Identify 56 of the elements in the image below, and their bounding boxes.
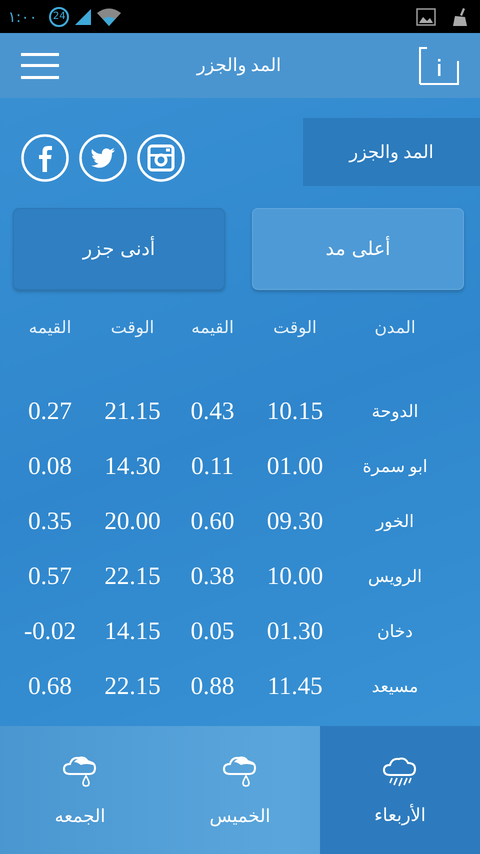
table-cell: الخور: [376, 512, 414, 532]
table-cell: 0.57: [28, 562, 72, 590]
table-cell: 01.00: [266, 452, 324, 480]
table-cell: 22.15: [104, 562, 161, 590]
section-label: المد والجزر: [303, 118, 480, 186]
table-cell: 14.30: [104, 452, 161, 480]
day-tab[interactable]: الجمعه: [0, 726, 160, 854]
facebook-icon[interactable]: [21, 134, 69, 182]
header-title: المد والجزر: [196, 55, 282, 76]
tide-button[interactable]: أعلى مد: [252, 208, 464, 290]
table-cell: 0.88: [190, 672, 234, 700]
table-cell: مسيعد: [372, 676, 418, 696]
table-cell: 10.15: [266, 398, 324, 426]
column-header: الوقت: [110, 318, 154, 338]
table-cell: 0.43: [190, 398, 234, 426]
table-cell: 0.27: [28, 398, 72, 426]
table-cell: 0.35: [28, 508, 72, 536]
table-cell: 0.38: [190, 562, 234, 590]
table-cell: ابو سمرة: [362, 456, 428, 476]
column-header: المدن: [374, 318, 416, 338]
broom-icon: [452, 8, 468, 26]
table-cell: 01.30: [266, 618, 324, 646]
cloud-drop-icon: [62, 754, 98, 788]
data-badge: 24: [49, 6, 70, 26]
table-cell: 0.08: [28, 452, 72, 480]
table-cell: الرويس: [368, 566, 422, 586]
table-cell: 20.00: [104, 508, 161, 536]
table-cell: 0.68: [28, 672, 72, 700]
table-cell: 11.45: [267, 672, 323, 700]
table-cell: 21.15: [104, 398, 161, 426]
table-cell: الدوحة: [372, 402, 418, 422]
day-tab[interactable]: الخميس: [160, 726, 320, 854]
table-cell: 14.15: [104, 618, 161, 646]
bird-icon[interactable]: [79, 134, 127, 182]
menu-icon[interactable]: [21, 52, 59, 78]
image-icon: [416, 8, 436, 26]
signal-icon: [73, 8, 94, 24]
info-icon[interactable]: [418, 46, 459, 84]
table-cell: 09.30: [266, 508, 324, 536]
column-header: القيمه: [191, 318, 234, 338]
table-cell: 0.11: [191, 452, 234, 480]
status-time: ١:٠٠: [8, 8, 38, 26]
table-cell: 22.15: [104, 672, 161, 700]
wifi-icon: [97, 8, 122, 26]
camera-icon[interactable]: [137, 134, 185, 182]
column-header: القيمه: [28, 318, 72, 338]
tide-button[interactable]: أدنى جزر: [13, 208, 225, 290]
table-cell: دخان: [377, 622, 413, 642]
cloud-drop-icon: [222, 754, 258, 788]
table-cell: 10.00: [266, 562, 324, 590]
table-cell: -0.02: [24, 618, 76, 646]
cloud-rain-icon: [382, 754, 418, 786]
table-cell: 0.60: [190, 508, 234, 536]
column-header: الوقت: [273, 318, 317, 338]
day-tab[interactable]: الأربعاء: [320, 726, 480, 854]
table-cell: 0.05: [190, 618, 234, 646]
